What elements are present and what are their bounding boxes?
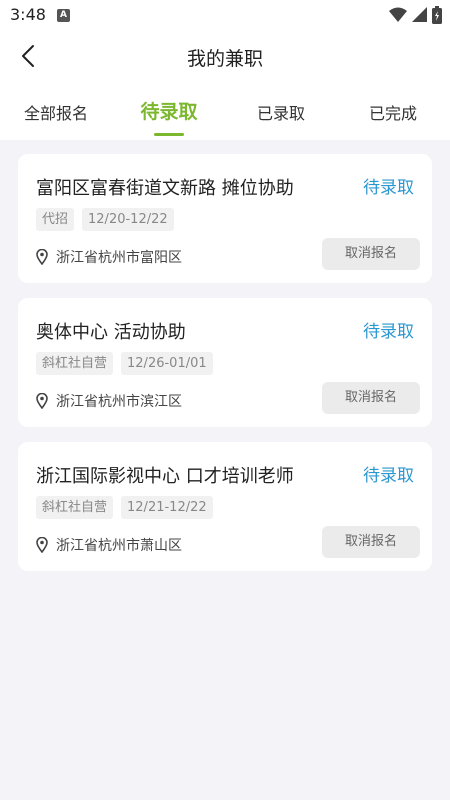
signal-icon bbox=[412, 7, 427, 23]
cancel-registration-button[interactable]: 取消报名 bbox=[322, 382, 420, 414]
date-tag: 12/26-01/01 bbox=[121, 352, 213, 375]
location-text: 浙江省杭州市萧山区 bbox=[56, 538, 182, 554]
date-tag: 12/21-12/22 bbox=[121, 496, 213, 519]
tab-pending-admission[interactable]: 待录取 bbox=[114, 97, 224, 124]
tab-admitted[interactable]: 已录取 bbox=[226, 100, 336, 124]
location-pin-icon bbox=[36, 393, 48, 409]
wifi-icon bbox=[389, 7, 407, 23]
job-card[interactable]: 浙江国际影视中心 口才培训老师 待录取 斜杠社自营 12/21-12/22 浙江… bbox=[18, 442, 432, 571]
tab-all-applications[interactable]: 全部报名 bbox=[1, 100, 111, 124]
job-list: 富阳区富春街道文新路 摊位协助 待录取 代招 12/20-12/22 浙江省杭州… bbox=[18, 154, 432, 586]
active-tab-indicator bbox=[154, 133, 184, 136]
job-location: 浙江省杭州市滨江区 bbox=[36, 391, 182, 411]
location-pin-icon bbox=[36, 537, 48, 553]
tag-row: 代招 12/20-12/22 bbox=[36, 208, 174, 231]
location-text: 浙江省杭州市富阳区 bbox=[56, 250, 182, 266]
job-title: 富阳区富春街道文新路 摊位协助 bbox=[36, 178, 294, 199]
location-pin-icon bbox=[36, 249, 48, 265]
battery-icon bbox=[432, 6, 442, 24]
tab-bar: 全部报名 待录取 已录取 已完成 bbox=[0, 86, 450, 140]
status-icons bbox=[389, 6, 442, 24]
job-status: 待录取 bbox=[363, 322, 414, 342]
date-tag: 12/20-12/22 bbox=[82, 208, 174, 231]
job-card[interactable]: 奥体中心 活动协助 待录取 斜杠社自营 12/26-01/01 浙江省杭州市滨江… bbox=[18, 298, 432, 427]
job-location: 浙江省杭州市富阳区 bbox=[36, 247, 182, 267]
page-title: 我的兼职 bbox=[186, 48, 263, 70]
job-title: 浙江国际影视中心 口才培训老师 bbox=[36, 466, 294, 487]
top-area: 3:48 A 我的兼职 全部报名 待录取 已录取 已完成 bbox=[0, 0, 450, 140]
status-bar: 3:48 A bbox=[0, 0, 450, 30]
cancel-registration-button[interactable]: 取消报名 bbox=[322, 238, 420, 270]
job-status: 待录取 bbox=[363, 466, 414, 486]
tag-row: 斜杠社自营 12/21-12/22 bbox=[36, 496, 213, 519]
nav-bar: 我的兼职 bbox=[0, 30, 450, 86]
status-time: 3:48 bbox=[10, 5, 46, 24]
job-location: 浙江省杭州市萧山区 bbox=[36, 535, 182, 555]
job-tag: 斜杠社自营 bbox=[36, 496, 114, 519]
cancel-registration-button[interactable]: 取消报名 bbox=[322, 526, 420, 558]
tab-completed[interactable]: 已完成 bbox=[338, 100, 448, 124]
job-status: 待录取 bbox=[363, 178, 414, 198]
job-title: 奥体中心 活动协助 bbox=[36, 322, 186, 343]
job-tag: 斜杠社自营 bbox=[36, 352, 114, 375]
location-text: 浙江省杭州市滨江区 bbox=[56, 394, 182, 410]
tag-row: 斜杠社自营 12/26-01/01 bbox=[36, 352, 213, 375]
job-tag: 代招 bbox=[36, 208, 75, 231]
job-card[interactable]: 富阳区富春街道文新路 摊位协助 待录取 代招 12/20-12/22 浙江省杭州… bbox=[18, 154, 432, 283]
notification-a-icon: A bbox=[57, 9, 70, 22]
